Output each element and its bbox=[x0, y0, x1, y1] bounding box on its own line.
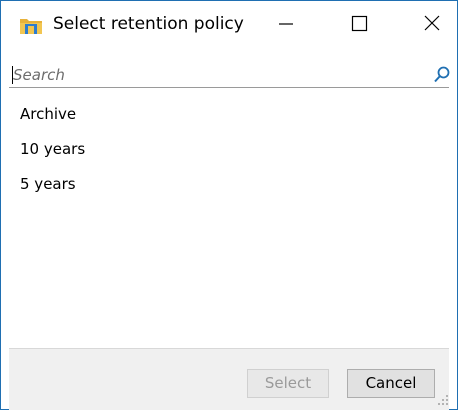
select-button[interactable]: Select bbox=[247, 369, 329, 398]
search-icon[interactable] bbox=[432, 65, 452, 85]
minimize-icon bbox=[279, 23, 293, 25]
title-bar[interactable]: Select retention policy bbox=[1, 1, 457, 47]
minimize-button[interactable] bbox=[263, 1, 309, 47]
list-item[interactable]: 5 years bbox=[9, 169, 449, 199]
search-box[interactable] bbox=[9, 63, 452, 88]
list-item[interactable]: 10 years bbox=[9, 134, 449, 164]
text-caret bbox=[12, 66, 13, 84]
search-input[interactable] bbox=[9, 63, 423, 87]
maximize-button[interactable] bbox=[336, 1, 382, 47]
maximize-icon bbox=[351, 15, 368, 32]
dialog-window: Select retention policy Search Archive 1… bbox=[0, 0, 458, 410]
close-icon bbox=[424, 15, 440, 31]
folder-icon bbox=[19, 15, 43, 35]
policy-list[interactable]: Archive 10 years 5 years bbox=[9, 93, 449, 347]
dialog-footer: Select Cancel bbox=[9, 348, 449, 410]
window-title: Select retention policy bbox=[53, 14, 244, 34]
cancel-button[interactable]: Cancel bbox=[347, 369, 435, 398]
close-button[interactable] bbox=[411, 1, 457, 47]
resize-grip-icon[interactable] bbox=[437, 391, 449, 405]
list-item[interactable]: Archive bbox=[9, 99, 449, 129]
